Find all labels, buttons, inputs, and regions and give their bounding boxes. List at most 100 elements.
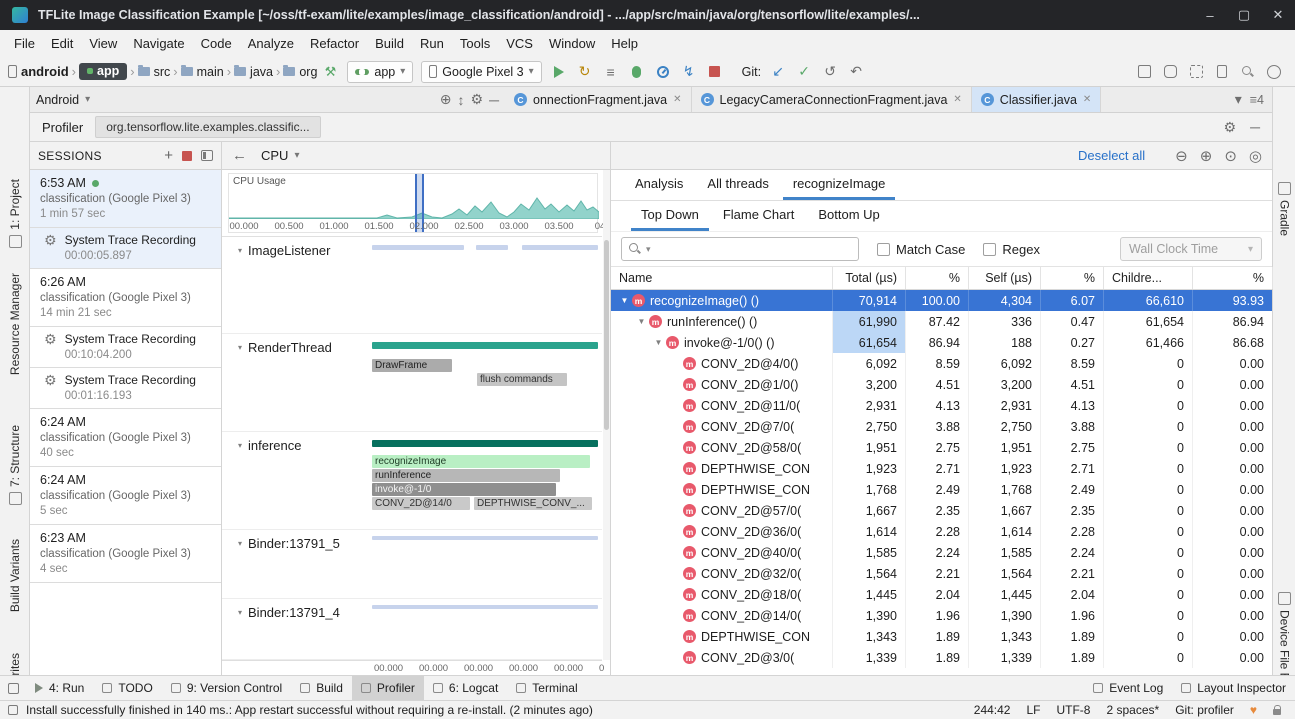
collapse-icon[interactable]: ▾	[238, 539, 242, 548]
new-session-button[interactable]: +	[164, 147, 173, 164]
collapse-icon[interactable]: ▾	[238, 441, 242, 450]
table-row[interactable]: ▼mrecognizeImage() ()70,914100.004,3046.…	[611, 290, 1272, 311]
search-everywhere-icon[interactable]	[1236, 60, 1260, 84]
editor-tab-classifier-java[interactable]: CClassifier.java✕	[972, 87, 1102, 112]
column-header-3[interactable]: Self (µs)	[969, 267, 1041, 289]
tool-strip-1-project[interactable]: 1: Project	[0, 179, 30, 248]
column-header-0[interactable]: Name	[611, 267, 833, 289]
tab-analysis[interactable]: Analysis	[625, 170, 693, 200]
table-row[interactable]: ▼mrunInference() ()61,99087.423360.4761,…	[611, 311, 1272, 332]
tool-window-button-profiler[interactable]: Profiler	[352, 676, 424, 700]
tab-recognizeimage[interactable]: recognizeImage	[783, 170, 896, 200]
table-row[interactable]: mCONV_2D@40/0(1,5852.241,5852.2400.00	[611, 542, 1272, 563]
zoom-to-selection-icon[interactable]: ◎	[1249, 147, 1262, 165]
apply-code-changes-button[interactable]: ≡	[599, 60, 623, 84]
menu-refactor[interactable]: Refactor	[302, 33, 367, 54]
menu-code[interactable]: Code	[193, 33, 240, 54]
subtab-top-down[interactable]: Top Down	[631, 201, 709, 231]
apply-changes-button[interactable]: ↻	[573, 60, 597, 84]
collapse-sessions-icon[interactable]	[201, 150, 213, 161]
status-message[interactable]: Install successfully finished in 140 ms.…	[26, 703, 593, 717]
hide-panel-icon[interactable]: ─	[1250, 119, 1260, 136]
breadcrumb-org[interactable]: org	[283, 65, 317, 79]
subtab-bottom-up[interactable]: Bottom Up	[808, 201, 889, 231]
file-encoding[interactable]: UTF-8	[1056, 703, 1090, 717]
table-row[interactable]: mCONV_2D@7/0(2,7503.882,7503.8800.00	[611, 416, 1272, 437]
expand-icon[interactable]: ▼	[617, 296, 632, 305]
tool-window-button-6-logcat[interactable]: 6: Logcat	[424, 676, 507, 700]
close-button[interactable]: ✕	[1261, 0, 1295, 30]
trace-event-chip[interactable]: DrawFrame	[372, 359, 452, 372]
tool-window-button-layout-inspector[interactable]: Layout Inspector	[1172, 676, 1295, 700]
device-selector[interactable]: Google Pixel 3 ▾	[421, 61, 541, 83]
column-header-1[interactable]: Total (µs)	[833, 267, 906, 289]
git-branch[interactable]: Git: profiler	[1175, 703, 1234, 717]
project-view-selector[interactable]: Android	[36, 93, 79, 107]
menu-file[interactable]: File	[6, 33, 43, 54]
collapse-icon[interactable]: ▾	[238, 246, 242, 255]
close-icon[interactable]: ✕	[953, 94, 961, 105]
line-ending[interactable]: LF	[1026, 703, 1040, 717]
layout-inspector-icon[interactable]	[1210, 60, 1234, 84]
table-row[interactable]: mDEPTHWISE_CON1,9232.711,9232.7100.00	[611, 458, 1272, 479]
match-case-checkbox[interactable]: Match Case	[877, 242, 965, 257]
thread-lane-binder-13791-4[interactable]: ▾Binder:13791_4	[222, 599, 602, 660]
menu-analyze[interactable]: Analyze	[240, 33, 302, 54]
expand-icon[interactable]: ▼	[634, 317, 649, 326]
tool-window-button-todo[interactable]: TODO	[93, 676, 161, 700]
trace-event-chip[interactable]: recognizeImage	[372, 455, 590, 468]
table-row[interactable]: ▼minvoke@-1/0() ()61,65486.941880.2761,4…	[611, 332, 1272, 353]
tool-window-button-event-log[interactable]: Event Log	[1084, 676, 1172, 700]
subtab-flame-chart[interactable]: Flame Chart	[713, 201, 805, 231]
trace-event-chip[interactable]: runInference	[372, 469, 560, 482]
table-row[interactable]: mCONV_2D@32/0(1,5642.211,5642.2100.00	[611, 563, 1272, 584]
column-header-2[interactable]: %	[906, 267, 969, 289]
recording-item[interactable]: ⚙System Trace Recording00:10:04.200	[30, 327, 221, 368]
thread-lane-binder-13791-5[interactable]: ▾Binder:13791_5	[222, 530, 602, 599]
profiler-tool-tab[interactable]: Profiler	[42, 120, 83, 135]
git-rollback-button[interactable]: ↶	[844, 60, 868, 84]
tool-window-switcher-icon[interactable]	[8, 683, 19, 694]
session-item[interactable]: 6:53 AMclassification (Google Pixel 3)1 …	[30, 170, 221, 228]
search-input[interactable]: ▾	[621, 237, 859, 261]
deselect-all-link[interactable]: Deselect all	[1078, 148, 1145, 163]
minimize-button[interactable]: –	[1193, 0, 1227, 30]
avatar[interactable]	[1262, 60, 1286, 84]
regex-checkbox[interactable]: Regex	[983, 242, 1040, 257]
menu-build[interactable]: Build	[367, 33, 412, 54]
table-row[interactable]: mCONV_2D@58/0(1,9512.751,9512.7500.00	[611, 437, 1272, 458]
maximize-button[interactable]: ▢	[1227, 0, 1261, 30]
back-arrow-icon[interactable]: ←	[232, 147, 247, 164]
trace-event-chip[interactable]: flush commands	[477, 373, 567, 386]
table-row[interactable]: mDEPTHWISE_CON1,7682.491,7682.4900.00	[611, 479, 1272, 500]
menu-navigate[interactable]: Navigate	[125, 33, 192, 54]
column-header-5[interactable]: Childre...	[1104, 267, 1193, 289]
stop-button[interactable]	[703, 60, 727, 84]
expand-icon[interactable]: ▼	[651, 338, 666, 347]
run-button[interactable]	[547, 60, 571, 84]
wrench-icon[interactable]: ⚒	[318, 60, 342, 84]
table-row[interactable]: mCONV_2D@1/0()3,2004.513,2004.5100.00	[611, 374, 1272, 395]
trace-event-chip[interactable]: DEPTHWISE_CONV_...	[474, 497, 592, 510]
tool-window-button-9-version-control[interactable]: 9: Version Control	[162, 676, 291, 700]
table-row[interactable]: mCONV_2D@18/0(1,4452.041,4452.0400.00	[611, 584, 1272, 605]
debug-button[interactable]	[625, 60, 649, 84]
stop-session-button[interactable]	[182, 151, 192, 161]
breadcrumb-java[interactable]: java	[234, 65, 273, 79]
menu-vcs[interactable]: VCS	[498, 33, 541, 54]
profile-button[interactable]	[651, 60, 675, 84]
git-history-button[interactable]: ↺	[818, 60, 842, 84]
editor-tab-legacycameraconnectionfragment-java[interactable]: CLegacyCameraConnectionFragment.java✕	[692, 87, 972, 112]
git-commit-button[interactable]: ✓	[792, 60, 816, 84]
menu-run[interactable]: Run	[412, 33, 452, 54]
reset-zoom-icon[interactable]: ⊙	[1224, 147, 1237, 165]
table-row[interactable]: mCONV_2D@36/0(1,6142.281,6142.2800.00	[611, 521, 1272, 542]
lock-icon[interactable]	[1273, 709, 1281, 715]
tool-strip-resource-manager[interactable]: Resource Manager	[0, 273, 30, 375]
table-row[interactable]: mCONV_2D@57/0(1,6672.351,6672.3500.00	[611, 500, 1272, 521]
tool-strip-7-structure[interactable]: 7: Structure	[0, 425, 30, 505]
table-row[interactable]: mCONV_2D@11/0(2,9314.132,9314.1300.00	[611, 395, 1272, 416]
zoom-in-icon[interactable]: ⊕	[1200, 147, 1213, 165]
menu-tools[interactable]: Tools	[452, 33, 498, 54]
column-header-6[interactable]: %	[1193, 267, 1273, 289]
